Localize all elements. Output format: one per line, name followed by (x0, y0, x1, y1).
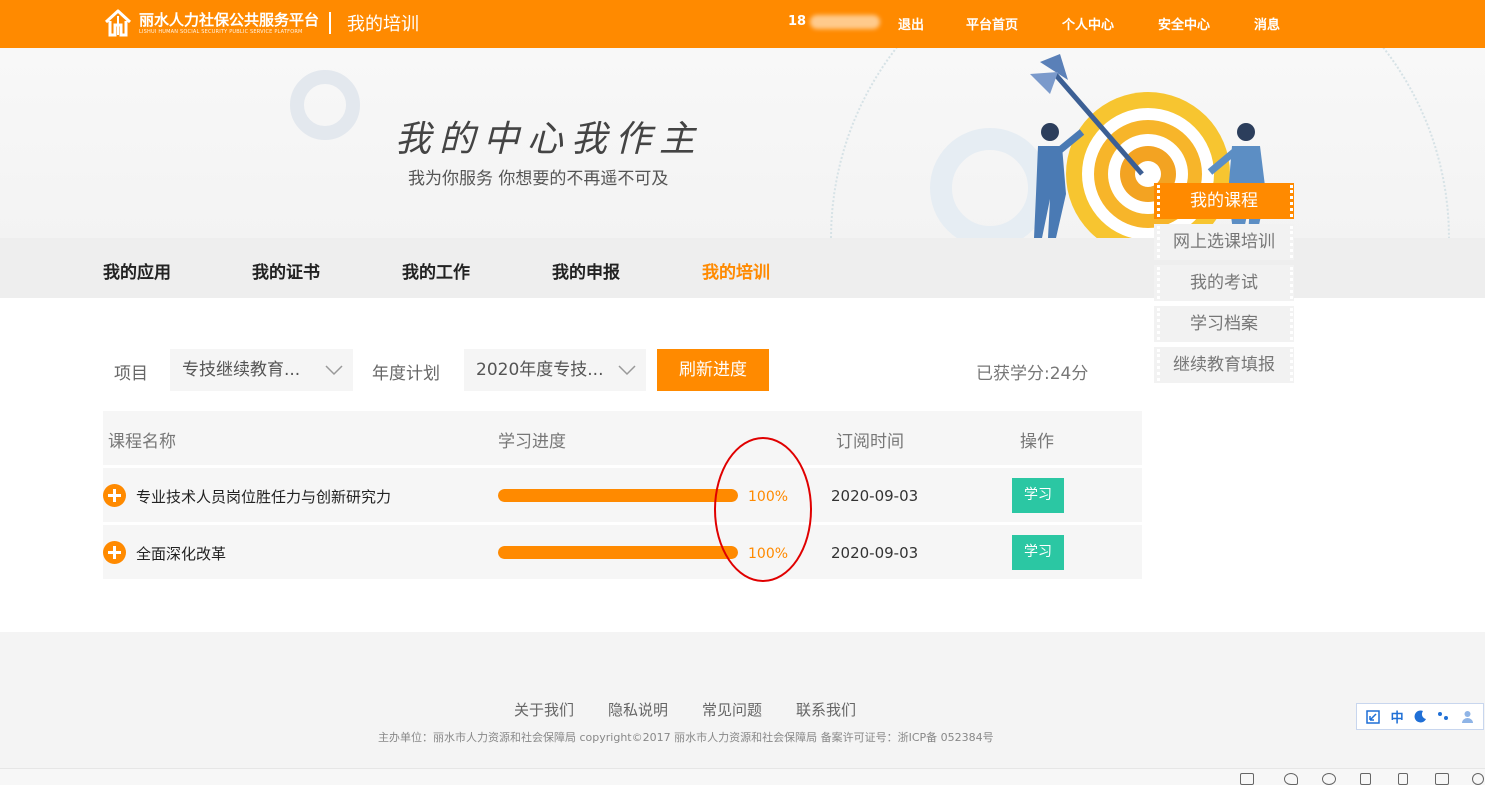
logout-link[interactable]: 退出 (898, 14, 924, 33)
dotted-border (1157, 308, 1161, 340)
subscribe-date: 2020-09-03 (831, 487, 919, 505)
top-bar: 丽水人力社保公共服务平台 LISHUI HUMAN SOCIAL SECURIT… (0, 0, 1485, 48)
security-center-link[interactable]: 安全中心 (1158, 14, 1210, 33)
footer: 关于我们 隐私说明 常见问题 联系我们 主办单位：丽水市人力资源和社会保障局 c… (0, 632, 1485, 768)
dotted-border (1290, 185, 1294, 217)
ime-chinese-mode[interactable]: 中 (1391, 707, 1404, 726)
personal-center-link[interactable]: 个人中心 (1062, 14, 1114, 33)
expand-icon[interactable] (1366, 709, 1380, 724)
logo-divider (329, 12, 332, 34)
dotted-border (1290, 308, 1294, 340)
moon-icon[interactable] (1414, 710, 1427, 723)
dotted-border (1290, 349, 1294, 381)
platform-logo[interactable]: 丽水人力社保公共服务平台 LISHUI HUMAN SOCIAL SECURIT… (103, 8, 419, 38)
side-item-label: 我的考试 (1190, 273, 1258, 293)
refresh-progress-button[interactable]: 刷新进度 (657, 349, 769, 391)
rocket-icon[interactable] (1284, 773, 1298, 785)
side-item-online-course-selection[interactable]: 网上选课培训 (1154, 224, 1294, 260)
side-item-learning-records[interactable]: 学习档案 (1154, 306, 1294, 342)
side-item-my-exams[interactable]: 我的考试 (1154, 265, 1294, 301)
dotted-border (1290, 267, 1294, 299)
side-item-my-courses[interactable]: 我的课程 (1154, 183, 1294, 219)
progress-fill (498, 546, 738, 559)
logo-subtitle: LISHUI HUMAN SOCIAL SECURITY PUBLIC SERV… (139, 28, 303, 35)
dotted-border (1157, 226, 1161, 258)
tab-my-work[interactable]: 我的工作 (402, 258, 470, 283)
tab-my-declarations[interactable]: 我的申报 (552, 258, 620, 283)
column-course-name: 课程名称 (108, 432, 176, 452)
earned-credits: 已获学分:24分 (976, 364, 1089, 384)
logo-title: 丽水人力社保公共服务平台 (139, 10, 320, 29)
ime-toolbar: 中 (1356, 703, 1484, 730)
user-phone-prefix: 18 (788, 14, 807, 29)
volume-icon[interactable] (1398, 773, 1408, 785)
progress-bar (498, 546, 738, 559)
side-item-label: 学习档案 (1190, 314, 1258, 334)
expand-plus-icon[interactable] (103, 484, 126, 507)
dotted-border (1157, 267, 1161, 299)
dotted-border (1157, 185, 1161, 217)
project-select-value: 专技继续教育... (182, 360, 301, 380)
progress-bar (498, 489, 738, 502)
course-name: 专业技术人员岗位胜任力与创新研究力 (136, 488, 392, 506)
dotted-border (1290, 226, 1294, 258)
chevron-down-icon (618, 365, 636, 376)
progress-fill (498, 489, 738, 502)
annual-plan-select[interactable]: 2020年度专技... (464, 349, 646, 391)
study-button[interactable]: 学习 (1012, 478, 1064, 513)
column-action: 操作 (1020, 432, 1054, 452)
side-item-label: 继续教育填报 (1173, 355, 1275, 375)
footer-faq-link[interactable]: 常见问题 (702, 699, 762, 720)
progress-percent: 100% (748, 489, 789, 505)
table-row: 专业技术人员岗位胜任力与创新研究力 100% 2020-09-03 学习 (103, 468, 1142, 522)
footer-copyright: 主办单位：丽水市人力资源和社会保障局 copyright©2017 丽水市人力资… (378, 731, 994, 744)
table-header: 课程名称 学习进度 订阅时间 操作 (103, 411, 1142, 465)
tab-my-certificates[interactable]: 我的证书 (252, 258, 320, 283)
user-icon[interactable] (1461, 710, 1474, 723)
user-phone: 18 (788, 14, 881, 29)
gear-decoration-icon (290, 70, 360, 140)
footer-privacy-link[interactable]: 隐私说明 (608, 699, 668, 720)
messages-link[interactable]: 消息 (1254, 14, 1280, 33)
course-name: 全面深化改革 (136, 545, 227, 563)
page-title: 我的培训 (347, 14, 420, 35)
image-icon[interactable] (1240, 773, 1254, 785)
expand-plus-icon[interactable] (103, 541, 126, 564)
dotted-border (1157, 349, 1161, 381)
column-progress: 学习进度 (498, 432, 566, 452)
study-button[interactable]: 学习 (1012, 535, 1064, 570)
table-row: 全面深化改革 100% 2020-09-03 学习 (103, 525, 1142, 579)
search-icon[interactable] (1472, 773, 1484, 785)
trash-icon[interactable] (1360, 773, 1371, 785)
project-label: 项目 (114, 364, 148, 384)
punctuation-icon[interactable] (1437, 710, 1450, 723)
side-menu: 我的课程 网上选课培训 我的考试 学习档案 继续教育填报 (1154, 183, 1294, 388)
house-logo-icon (103, 8, 133, 38)
project-select[interactable]: 专技继续教育... (170, 349, 353, 391)
progress-percent: 100% (748, 546, 789, 562)
browser-status-bar (0, 768, 1485, 785)
side-item-label: 我的课程 (1190, 191, 1258, 211)
speed-icon[interactable] (1322, 773, 1336, 785)
side-item-continuing-education-report[interactable]: 继续教育填报 (1154, 347, 1294, 383)
footer-about-link[interactable]: 关于我们 (514, 699, 574, 720)
banner-slogan: 我的中心我作主 (395, 119, 704, 160)
platform-home-link[interactable]: 平台首页 (966, 14, 1018, 33)
tab-my-training[interactable]: 我的培训 (702, 258, 770, 283)
footer-contact-link[interactable]: 联系我们 (796, 699, 856, 720)
annual-plan-label: 年度计划 (372, 364, 440, 384)
column-subscribe-time: 订阅时间 (836, 432, 904, 452)
tab-my-apps[interactable]: 我的应用 (103, 258, 171, 283)
subscribe-date: 2020-09-03 (831, 544, 919, 562)
window-icon[interactable] (1435, 773, 1449, 785)
annual-plan-select-value: 2020年度专技... (476, 360, 604, 380)
banner-subslogan: 我为你服务 你想要的不再遥不可及 (408, 169, 669, 189)
phone-redacted (810, 14, 881, 29)
side-item-label: 网上选课培训 (1173, 232, 1275, 252)
chevron-down-icon (325, 365, 343, 376)
